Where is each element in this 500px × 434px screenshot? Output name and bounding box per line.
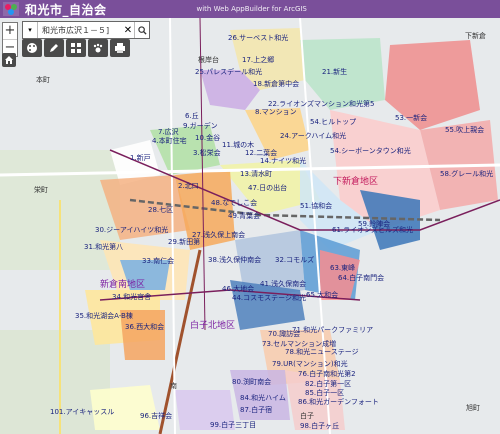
map-canvas[interactable]: 下新倉地区 新倉南地区 白子北地区 下新倉 本町 栄町 南 旭町 白子 根岸台 … (0, 18, 500, 434)
association-label: 48.なでしこ会 (211, 198, 257, 207)
association-label: 34.和光官舎 (112, 292, 151, 301)
association-label: 99.白子三丁目 (210, 420, 256, 429)
association-label: 84.和光ハイム (240, 393, 286, 402)
association-label: 51.協和会 (300, 201, 332, 210)
place-label: 栄町 (34, 185, 48, 194)
association-label: 30.ジーアイハイツ和光 (95, 225, 168, 234)
association-label: 6.丘 (185, 111, 199, 120)
association-label: 4.本町住宅 (152, 136, 187, 145)
search-button[interactable] (134, 22, 149, 38)
home-button[interactable] (2, 53, 16, 67)
basemap-button[interactable] (22, 39, 42, 57)
association-label: 9.ガーデン (183, 121, 218, 130)
home-icon (5, 56, 13, 64)
association-label: 65.大和会 (306, 290, 338, 299)
park-area (0, 330, 110, 434)
association-label: 58.グレール和光 (440, 169, 493, 178)
association-label: 31.和光第八 (84, 242, 123, 251)
association-label: 53.一新会 (395, 113, 427, 122)
association-label: 14.ナイツ和光 (260, 156, 306, 165)
clear-search-icon[interactable]: ✕ (122, 25, 134, 36)
association-label: 33.南仁会 (142, 256, 174, 265)
association-label: 76.白子南和光第2 (298, 369, 356, 378)
association-label: 63.東峰 (330, 263, 355, 272)
association-label: 24.アークハイム和光 (280, 131, 346, 140)
association-label: 29.新田第 (168, 237, 200, 246)
place-label: 根岸台 (198, 55, 219, 64)
place-label: 旭町 (466, 403, 480, 412)
district-label: 下新倉地区 (333, 175, 378, 187)
layer-list-button[interactable] (66, 39, 86, 57)
association-label: 13.清水町 (240, 169, 272, 178)
association-label: 86.和光ガーデンフォート (298, 397, 379, 406)
association-label: 25.パレスデール和光 (195, 67, 262, 76)
association-label: 32.コモルズ (275, 255, 314, 264)
association-label: 82.白子第一区 (305, 379, 351, 388)
search-input[interactable]: 和光市広沢１－５] (38, 25, 122, 36)
association-label: 12.二葉会 (245, 148, 277, 157)
association-label: 64.白子南門会 (338, 273, 384, 282)
association-label: 47.日の出台 (248, 183, 287, 192)
district-label: 新倉南地区 (100, 278, 145, 290)
association-label: 71.和光パークファミリア (292, 325, 373, 334)
association-label: 80.渕町南会 (232, 377, 271, 386)
app-subtitle: with Web AppBuilder for ArcGIS (196, 5, 307, 13)
print-button[interactable] (110, 39, 130, 57)
association-label: 35.和光湖会A-B棟 (75, 311, 133, 320)
grid-icon (71, 43, 81, 53)
association-label: 11.城の木 (222, 140, 254, 149)
association-label: 55.吹上親会 (445, 125, 484, 134)
association-label: 26.サーベスト和光 (228, 33, 288, 42)
association-label: 41.浅久保南会 (260, 279, 306, 288)
association-label: 44.コスモステージ和光 (232, 293, 306, 302)
association-label: 98.白子ヶ丘 (300, 421, 339, 430)
app-title: 和光市_自治会 (25, 2, 107, 17)
association-label: 61.ライオンズヒルズ和光 (332, 225, 413, 234)
association-label: 38.浅久保仲南会 (208, 255, 261, 264)
paw-icon (93, 43, 103, 53)
map-view[interactable]: 下新倉地区 新倉南地区 白子北地区 下新倉 本町 栄町 南 旭町 白子 根岸台 … (0, 18, 500, 434)
legend-button[interactable] (88, 39, 108, 57)
association-label: 2.北口 (178, 182, 199, 190)
print-icon (115, 43, 125, 53)
association-label: 101.アイキャッスル (50, 408, 114, 416)
association-label: 79.UR(マンション)和光 (272, 359, 348, 368)
association-label: 96.吉祥会 (140, 411, 172, 420)
draw-button[interactable] (44, 39, 64, 57)
zoom-control: + − (2, 22, 18, 57)
edit-icon (50, 44, 58, 52)
palette-icon (27, 43, 37, 53)
place-label: 南 (170, 381, 177, 390)
association-label: 17.上之郷 (242, 55, 274, 64)
place-label: 白子 (300, 411, 314, 420)
district-label: 白子北地区 (190, 319, 235, 331)
place-label: 下新倉 (465, 31, 486, 40)
app-header: 和光市_自治会 with Web AppBuilder for ArcGIS (0, 0, 500, 18)
association-label: 22.ライオンズマンション和光第5 (268, 99, 374, 108)
app-logo-icon (3, 2, 19, 16)
association-label: 87.白子宿 (240, 405, 272, 414)
widget-toolbar (22, 39, 130, 57)
association-label: 28.七区 (148, 205, 173, 214)
association-label: 85.白子一区 (305, 388, 344, 397)
association-label: 18.新倉第中会 (253, 79, 299, 88)
association-label: 21.新生 (322, 67, 347, 76)
association-label: 1.新戸 (130, 153, 151, 162)
association-label: 46.大地会 (222, 284, 254, 293)
place-label: 本町 (36, 75, 50, 84)
association-label: 54.シーボーンタウン和光 (330, 146, 411, 155)
association-label: 78.和光ニューステージ (285, 347, 359, 356)
association-label: 36.西大和会 (125, 322, 164, 331)
association-label: 10.金谷 (195, 133, 220, 142)
search-icon (137, 25, 147, 35)
search-source-dropdown[interactable]: ▾ (23, 22, 38, 38)
association-label: 54.ヒルトップ (310, 118, 356, 126)
association-label: 8.マンション (255, 108, 297, 116)
association-label: 3.松栄会 (193, 148, 221, 157)
association-label: 49.青葉会 (228, 211, 260, 220)
association-label: 73.セルマンション成増 (262, 339, 336, 348)
search-box: ▾ 和光市広沢１－５] ✕ (22, 21, 150, 39)
association-label: 7.広沢 (158, 127, 179, 136)
zoom-in-button[interactable]: + (3, 23, 17, 40)
